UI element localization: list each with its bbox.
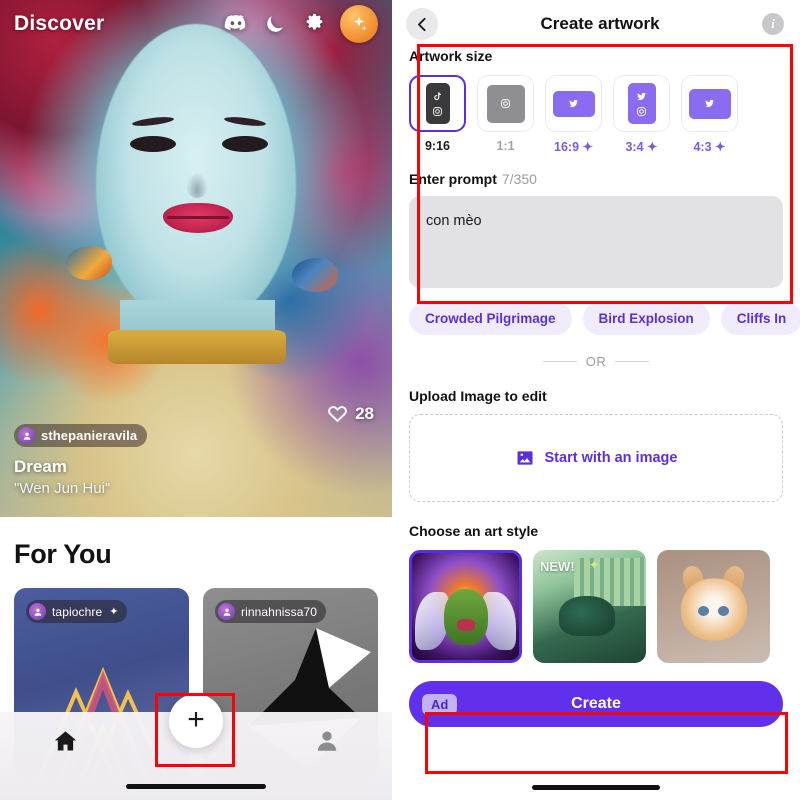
size-thumb[interactable]	[613, 75, 670, 132]
home-indicator	[126, 784, 266, 789]
size-option-1-1[interactable]: 1:1	[477, 75, 534, 154]
upload-dropzone[interactable]: Start with an image	[409, 414, 783, 502]
suggestion-chip[interactable]: Bird Explosion	[582, 302, 710, 335]
avatar	[29, 603, 46, 620]
verified-sparkle-icon: ✦	[109, 606, 119, 618]
card-username: tapiochre	[52, 604, 103, 619]
size-thumb[interactable]	[681, 75, 738, 132]
card-user-chip[interactable]: tapiochre ✦	[26, 600, 128, 623]
prompt-suggestions: Crowded Pilgrimage Bird Explosion Cliffs…	[409, 302, 800, 335]
tab-profile[interactable]	[261, 728, 392, 754]
featured-subtitle: "Wen Jun Hui"	[14, 480, 111, 497]
art-style-options: NEW! ✦	[409, 550, 783, 663]
highlight-box-plus-button	[155, 693, 235, 767]
artwork-size-options: 9:16 1:1 16:9 ✦ 3:4 ✦ 4:3 ✦	[409, 75, 783, 154]
tab-home[interactable]	[0, 728, 131, 755]
for-you-heading: For You	[14, 539, 112, 569]
prompt-input[interactable]: con mèo	[409, 196, 783, 288]
size-label: 3:4 ✦	[625, 140, 658, 154]
discover-header: Discover	[0, 0, 392, 48]
card-user-chip[interactable]: rinnahnissa70	[215, 600, 327, 623]
size-label: 16:9 ✦	[554, 140, 593, 154]
instagram-icon	[637, 106, 646, 116]
prompt-counter: 7/350	[501, 171, 537, 187]
prompt-value: con mèo	[426, 213, 482, 229]
instagram-icon	[501, 99, 510, 108]
screenshot-root: Discover sthepanieravila Dream "Wen Jun …	[0, 0, 800, 800]
create-header: Create artwork i	[392, 0, 800, 48]
new-badge: NEW!	[540, 559, 575, 574]
twitter-icon	[636, 92, 647, 100]
create-artwork-screen: Create artwork i Artwork size 9:16 1:1 1…	[392, 0, 800, 800]
featured-meta: sthepanieravila Dream "Wen Jun Hui"	[14, 424, 148, 497]
art-style-item-fairy[interactable]	[409, 550, 522, 663]
size-option-3-4[interactable]: 3:4 ✦	[613, 75, 670, 154]
featured-username: sthepanieravila	[41, 428, 138, 443]
size-thumb[interactable]	[477, 75, 534, 132]
prompt-label: Enter prompt 7/350	[409, 171, 537, 187]
gear-icon[interactable]	[301, 11, 327, 37]
size-label: 4:3 ✦	[693, 140, 726, 154]
featured-title: Dream	[14, 457, 67, 476]
size-option-9-16[interactable]: 9:16	[409, 75, 466, 154]
size-thumb[interactable]	[545, 75, 602, 132]
divider-line	[542, 360, 577, 363]
create-button-wrap: Ad Create	[409, 681, 783, 727]
page-title: Discover	[14, 12, 105, 35]
info-icon[interactable]: i	[762, 13, 784, 35]
suggestion-chip[interactable]: Crowded Pilgrimage	[409, 302, 572, 335]
discover-screen: Discover sthepanieravila Dream "Wen Jun …	[0, 0, 392, 800]
tiktok-icon	[434, 91, 442, 100]
divider-line	[615, 360, 650, 363]
size-label: 9:16	[424, 139, 451, 153]
back-button[interactable]	[406, 8, 438, 40]
sparkle-icon[interactable]	[340, 5, 378, 43]
premium-sparkle-icon: ✦	[582, 140, 593, 154]
upload-button-label: Start with an image	[544, 450, 678, 466]
artwork-size-label: Artwork size	[409, 48, 493, 64]
create-button[interactable]: Ad Create	[409, 681, 783, 727]
heart-icon	[328, 406, 347, 423]
moon-icon[interactable]	[262, 11, 288, 37]
upload-label: Upload Image to edit	[409, 388, 547, 404]
home-icon	[54, 730, 77, 750]
home-indicator	[532, 785, 660, 790]
avatar	[218, 603, 235, 620]
size-option-16-9[interactable]: 16:9 ✦	[545, 75, 602, 154]
twitter-icon	[568, 99, 579, 108]
twitter-icon	[704, 99, 715, 108]
sparkle-icon: ✦	[589, 558, 600, 572]
card-username: rinnahnissa70	[241, 604, 318, 619]
size-option-4-3[interactable]: 4:3 ✦	[681, 75, 738, 154]
image-icon	[517, 451, 533, 465]
premium-sparkle-icon: ✦	[647, 140, 658, 154]
like-counter[interactable]: 28	[327, 403, 374, 424]
premium-sparkle-icon: ✦	[715, 140, 726, 154]
art-style-label: Choose an art style	[409, 523, 539, 539]
or-divider: OR	[409, 354, 783, 369]
size-thumb[interactable]	[409, 75, 466, 132]
create-body: Artwork size 9:16 1:1 16:9 ✦ 3:4 ✦ 4:3 ✦…	[392, 48, 800, 727]
chevron-left-icon	[417, 17, 426, 31]
art-style-item-pixel-cat[interactable]: NEW! ✦	[533, 550, 646, 663]
instagram-icon	[433, 106, 442, 116]
profile-icon	[317, 731, 336, 751]
create-button-label: Create	[571, 695, 621, 712]
art-style-item-kitten[interactable]	[657, 550, 770, 663]
divider-label: OR	[585, 354, 607, 369]
featured-user-chip[interactable]: sthepanieravila	[14, 424, 148, 447]
avatar	[18, 427, 35, 444]
size-label: 1:1	[496, 139, 515, 153]
discord-icon[interactable]	[223, 11, 249, 37]
like-count: 28	[355, 403, 374, 423]
featured-artwork[interactable]: Discover sthepanieravila Dream "Wen Jun …	[0, 0, 392, 517]
suggestion-chip[interactable]: Cliffs In	[720, 302, 800, 335]
page-title: Create artwork	[540, 14, 660, 33]
